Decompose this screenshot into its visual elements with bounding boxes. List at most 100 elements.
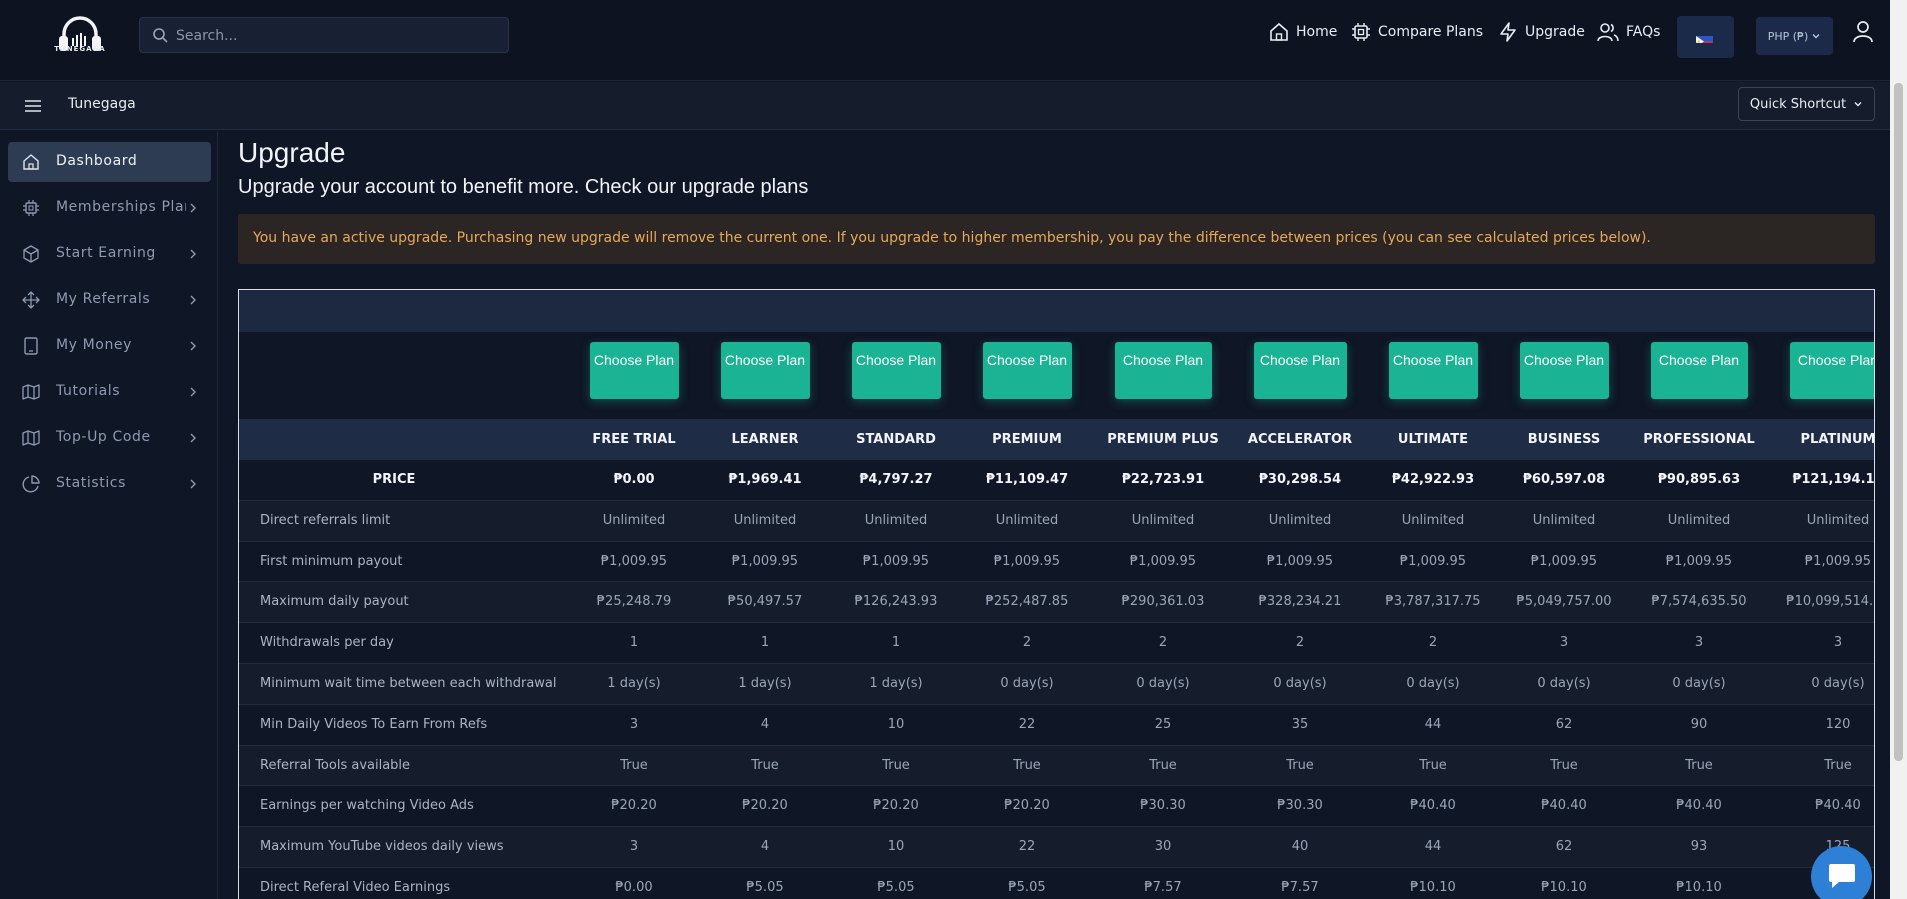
table-cell: ₱25,248.79 xyxy=(596,594,672,610)
currency-select[interactable]: PHP (₱) xyxy=(1756,17,1833,55)
sidebar-item-memberships[interactable]: Memberships Plans xyxy=(8,188,211,228)
row-label: Min Daily Videos To Earn From Refs xyxy=(260,716,488,732)
table-cell: Unlimited xyxy=(1268,512,1332,528)
table-row: Maximum daily payout ₱25,248.79 ₱50,497.57… xyxy=(239,581,1874,623)
table-cell: 25 xyxy=(1154,716,1172,732)
sidebar-item-my-referrals[interactable]: My Referrals xyxy=(8,280,211,320)
user-icon[interactable] xyxy=(1852,20,1874,44)
table-cell: STANDARD xyxy=(856,432,936,447)
table-cell: ₱126,243.93 xyxy=(854,594,938,610)
chat-button[interactable] xyxy=(1811,846,1872,899)
table-cell: True xyxy=(620,757,648,773)
table-cell: 0 day(s) xyxy=(1672,675,1726,691)
row-label: Maximum YouTube videos daily views xyxy=(260,839,504,855)
table-cell: 4 xyxy=(760,716,770,732)
table-cell: True xyxy=(1149,757,1177,773)
choose-plan-button[interactable]: Choose Plan xyxy=(589,342,679,399)
table-cell: True xyxy=(1824,757,1852,773)
box-icon xyxy=(23,245,39,263)
table-cell: ₱1,009.95 xyxy=(1804,553,1872,569)
table-cell: True xyxy=(882,757,910,773)
table-cell: ₱5,049,757.00 xyxy=(1516,594,1612,610)
table-cell: ₱40.40 xyxy=(1676,798,1722,814)
sidebar-item-statistics[interactable]: Statistics xyxy=(8,464,211,504)
table-cell: Unlimited xyxy=(602,512,666,528)
table-cell: ₱7.57 xyxy=(1144,879,1182,895)
currency-label: PHP (₱) xyxy=(1767,29,1809,43)
table-cell: ₱10.10 xyxy=(1410,879,1456,895)
nav-faqs[interactable]: FAQs xyxy=(1596,20,1660,44)
search-input[interactable] xyxy=(176,26,496,46)
table-cell: ₱1,009.95 xyxy=(1266,553,1334,569)
brand-name: Tunegaga xyxy=(68,96,136,112)
sidebar-item-label: Memberships Plans xyxy=(56,199,186,215)
search-icon xyxy=(153,28,168,43)
nav-upgrade[interactable]: Upgrade xyxy=(1497,20,1585,44)
table-cell: ₱290,361.03 xyxy=(1121,594,1205,610)
table-row: Direct Referal Video Earnings ₱0.00 ₱5.05 ₱… xyxy=(239,866,1874,899)
scrollbar-thumb[interactable] xyxy=(1894,83,1903,761)
table-cell: 22 xyxy=(1018,716,1036,732)
table-cell: 0 day(s) xyxy=(1537,675,1591,691)
choose-plan-button[interactable]: Choose Plan xyxy=(720,342,810,399)
table-cell: 93 xyxy=(1690,839,1708,855)
choose-plan-button[interactable]: Choose Plan xyxy=(1519,342,1609,399)
choose-plan-button[interactable]: Choose Plan xyxy=(1789,342,1874,399)
table-row: Minimum wait time between each withdrawa… xyxy=(239,662,1874,704)
table-cell: Unlimited xyxy=(1401,512,1465,528)
sidebar-item-start-earning[interactable]: Start Earning xyxy=(8,234,211,274)
chevron-right-icon xyxy=(190,433,196,443)
move-icon xyxy=(22,291,40,309)
table-cell: PREMIUM xyxy=(992,432,1062,447)
page-scrollbar[interactable] xyxy=(1890,0,1907,899)
table-cell: True xyxy=(1685,757,1713,773)
quick-shortcut-button[interactable]: Quick Shortcut xyxy=(1738,87,1875,121)
menu-icon[interactable] xyxy=(24,97,42,115)
table-cell: Unlimited xyxy=(1806,512,1870,528)
table-cell: 40 xyxy=(1291,839,1309,855)
table-row: First minimum payout ₱1,009.95 ₱1,009.95 ₱1… xyxy=(239,540,1874,582)
choose-plan-button[interactable]: Choose Plan xyxy=(1114,342,1212,399)
lightning-icon xyxy=(1500,22,1516,42)
choose-plan-button[interactable]: Choose Plan xyxy=(1388,342,1478,399)
chevron-down-icon xyxy=(1854,102,1862,107)
sidebar-item-tutorials[interactable]: Tutorials xyxy=(8,372,211,412)
table-cell: 1 day(s) xyxy=(607,675,661,691)
table-cell: ₱1,969.41 xyxy=(728,472,802,487)
row-label: Minimum wait time between each withdrawa… xyxy=(260,675,557,691)
table-cell: 62 xyxy=(1555,839,1573,855)
table-row: Earnings per watching Video Ads ₱20.20 ₱20… xyxy=(239,785,1874,826)
choose-plan-button[interactable]: Choose Plan xyxy=(1650,342,1748,399)
table-cell: 1 day(s) xyxy=(738,675,792,691)
table-cell: PLATINUM xyxy=(1800,432,1875,447)
table-cell: 3 xyxy=(1559,635,1569,651)
nav-compare-plans[interactable]: Compare Plans xyxy=(1350,20,1483,44)
table-cell: 1 day(s) xyxy=(869,675,923,691)
table-cell: ₱5.05 xyxy=(877,879,915,895)
table-cell: True xyxy=(1286,757,1314,773)
table-cell: ₱5.05 xyxy=(1008,879,1046,895)
table-cell: ₱20.20 xyxy=(742,798,788,814)
table-cell: ₱328,234.21 xyxy=(1258,594,1342,610)
search-box[interactable] xyxy=(139,17,509,53)
sidebar-item-dashboard[interactable]: Dashboard xyxy=(8,142,211,182)
upgrade-alert: You have an active upgrade. Purchasing n… xyxy=(238,214,1875,264)
table-cell: 0 day(s) xyxy=(1273,675,1327,691)
table-cell: ₱0.00 xyxy=(615,879,653,895)
table-cell: ACCELERATOR xyxy=(1247,432,1353,447)
choose-plan-button[interactable]: Choose Plan xyxy=(851,342,941,399)
table-cell: Unlimited xyxy=(864,512,928,528)
table-cell: 10 xyxy=(887,716,905,732)
table-cell: 22 xyxy=(1018,839,1036,855)
sidebar-item-top-up-code[interactable]: Top-Up Code xyxy=(8,418,211,458)
table-cell: BUSINESS xyxy=(1527,432,1601,447)
choose-plan-button[interactable]: Choose Plan xyxy=(1253,342,1347,399)
sidebar-item-my-money[interactable]: My Money xyxy=(8,326,211,366)
table-cell: 3 xyxy=(1833,635,1843,651)
choose-plan-button[interactable]: Choose Plan xyxy=(982,342,1072,399)
home-icon xyxy=(23,154,39,170)
language-button[interactable] xyxy=(1677,16,1734,58)
nav-home[interactable]: Home xyxy=(1268,20,1337,44)
table-cell: PREMIUM PLUS xyxy=(1107,432,1219,447)
table-cell: 1 xyxy=(629,635,639,651)
